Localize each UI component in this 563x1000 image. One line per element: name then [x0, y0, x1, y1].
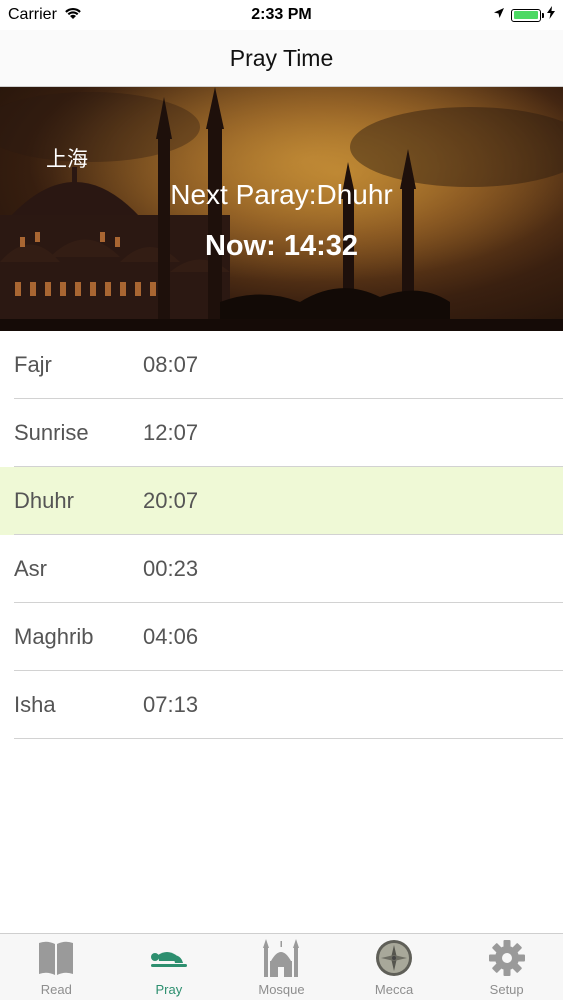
- prayer-row-dhuhr[interactable]: Dhuhr 20:07: [0, 467, 563, 535]
- tab-pray[interactable]: Pray: [113, 934, 226, 1000]
- prayer-times-list: Fajr 08:07 Sunrise 12:07 Dhuhr 20:07 Asr…: [0, 331, 563, 739]
- prayer-row-asr[interactable]: Asr 00:23: [0, 535, 563, 603]
- gear-icon: [487, 938, 527, 978]
- prayer-row-fajr[interactable]: Fajr 08:07: [0, 331, 563, 399]
- prayer-name: Sunrise: [14, 420, 89, 445]
- tab-label: Read: [40, 982, 72, 997]
- carrier-label: Carrier: [8, 6, 57, 23]
- tab-label: Setup: [489, 982, 524, 997]
- tab-setup[interactable]: Setup: [450, 934, 563, 1000]
- charging-bolt-icon: [547, 6, 555, 24]
- current-time-label: Now: 14:32: [204, 230, 359, 262]
- book-icon: [36, 938, 76, 978]
- tab-mecca[interactable]: Mecca: [338, 934, 451, 1000]
- screen: Carrier 2:33 PM Pray Time 上海 Next Paray:…: [0, 0, 563, 1000]
- prayer-time: 07:13: [143, 692, 199, 717]
- prayer-row-sunrise[interactable]: Sunrise 12:07: [0, 399, 563, 467]
- mosque-icon: [261, 938, 301, 978]
- tab-read[interactable]: Read: [0, 934, 113, 1000]
- page-title: Pray Time: [229, 44, 334, 71]
- prayer-name: Dhuhr: [14, 488, 74, 513]
- tab-mosque[interactable]: Mosque: [225, 934, 338, 1000]
- tab-label: Pray: [155, 982, 183, 997]
- compass-icon: [374, 938, 414, 978]
- battery-fill: [513, 11, 538, 19]
- prayer-time: 00:23: [143, 556, 199, 581]
- prayer-name: Asr: [14, 556, 47, 581]
- status-time: 2:33 PM: [251, 6, 312, 23]
- status-left: Carrier: [0, 6, 82, 25]
- prayer-name: Isha: [14, 692, 56, 717]
- prayer-name: Fajr: [14, 352, 52, 377]
- prayer-time: 08:07: [143, 352, 199, 377]
- prayer-name: Maghrib: [14, 624, 94, 649]
- navigation-bar: Pray Time: [0, 30, 563, 87]
- next-prayer-label: Next Paray:Dhuhr: [170, 179, 393, 210]
- praying-person-icon: [149, 938, 189, 978]
- city-label: 上海: [46, 147, 88, 171]
- location-arrow-icon: [493, 6, 505, 24]
- wifi-icon: [64, 6, 82, 25]
- prayer-row-maghrib[interactable]: Maghrib 04:06: [0, 603, 563, 671]
- status-bar: Carrier 2:33 PM: [0, 0, 563, 30]
- tab-bar: Read Pray Mosque Mecca Setup: [0, 933, 563, 1000]
- hero-banner: 上海 Next Paray:Dhuhr Now: 14:32: [0, 87, 563, 331]
- tab-label: Mecca: [374, 982, 414, 997]
- prayer-time: 12:07: [143, 420, 199, 445]
- battery-icon: [511, 8, 544, 22]
- prayer-time: 20:07: [143, 488, 199, 513]
- prayer-time: 04:06: [143, 624, 199, 649]
- tab-label: Mosque: [258, 982, 305, 997]
- prayer-row-isha[interactable]: Isha 07:13: [0, 671, 563, 739]
- status-right: [493, 6, 563, 24]
